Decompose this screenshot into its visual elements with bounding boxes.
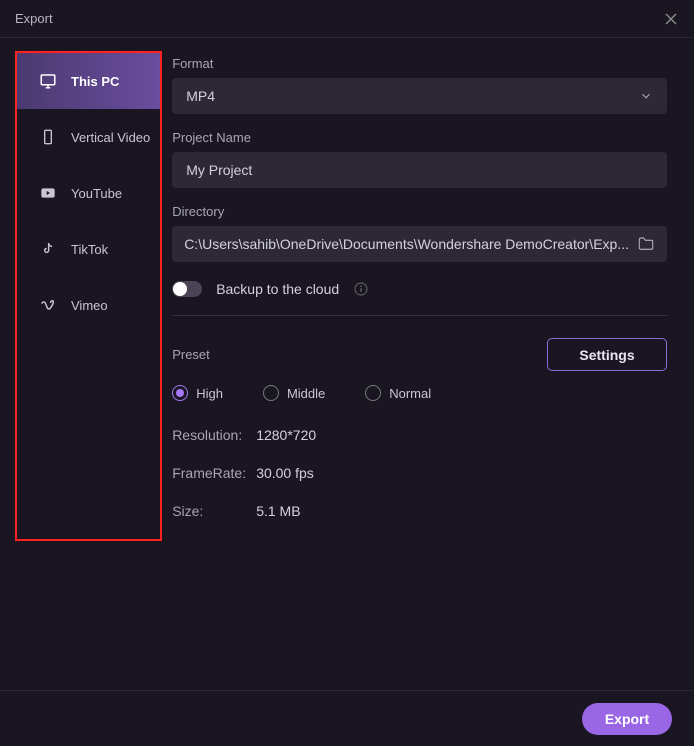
spec-key: FrameRate: <box>172 465 256 481</box>
sidebar-item-youtube[interactable]: YouTube <box>17 165 160 221</box>
sidebar-item-label: TikTok <box>71 242 108 257</box>
backup-row: Backup to the cloud <box>172 281 667 297</box>
format-value: MP4 <box>186 88 215 104</box>
radio-circle-icon <box>172 385 188 401</box>
sidebar-item-label: Vertical Video <box>71 130 150 145</box>
format-select[interactable]: MP4 <box>172 78 667 114</box>
export-button[interactable]: Export <box>582 703 672 735</box>
spec-key: Size: <box>172 503 256 519</box>
preset-radio-group: High Middle Normal <box>172 385 667 401</box>
folder-icon[interactable] <box>637 235 655 253</box>
project-name-value: My Project <box>186 162 252 178</box>
backup-label: Backup to the cloud <box>216 281 339 297</box>
monitor-icon <box>39 72 57 90</box>
sidebar-item-label: YouTube <box>71 186 122 201</box>
sidebar-item-vertical-video[interactable]: Vertical Video <box>17 109 160 165</box>
directory-input-row: C:\Users\sahib\OneDrive\Documents\Wonder… <box>172 226 667 262</box>
export-destination-sidebar: This PC Vertical Video YouTube TikTok Vi <box>15 51 162 541</box>
info-icon[interactable] <box>353 281 369 297</box>
radio-circle-icon <box>365 385 381 401</box>
export-settings-panel: Format MP4 Project Name My Project Direc… <box>172 51 679 541</box>
section-divider <box>172 315 667 316</box>
preset-middle-radio[interactable]: Middle <box>263 385 325 401</box>
window-title: Export <box>15 11 53 26</box>
project-name-label: Project Name <box>172 130 667 145</box>
spec-resolution: Resolution: 1280*720 <box>172 427 667 443</box>
youtube-icon <box>39 184 57 202</box>
spec-value: 5.1 MB <box>256 503 300 519</box>
preset-label: Preset <box>172 347 210 362</box>
project-name-input[interactable]: My Project <box>172 152 667 188</box>
phone-icon <box>39 128 57 146</box>
radio-label: Normal <box>389 386 431 401</box>
sidebar-item-label: Vimeo <box>71 298 108 313</box>
spec-value: 30.00 fps <box>256 465 314 481</box>
preset-normal-radio[interactable]: Normal <box>365 385 431 401</box>
format-label: Format <box>172 56 667 71</box>
directory-input[interactable]: C:\Users\sahib\OneDrive\Documents\Wonder… <box>184 236 629 252</box>
spec-key: Resolution: <box>172 427 256 443</box>
close-icon[interactable] <box>663 11 679 27</box>
titlebar: Export <box>0 0 694 38</box>
radio-label: High <box>196 386 223 401</box>
radio-label: Middle <box>287 386 325 401</box>
directory-label: Directory <box>172 204 667 219</box>
tiktok-icon <box>39 240 57 258</box>
footer-bar: Export <box>0 690 694 746</box>
chevron-down-icon <box>639 89 653 103</box>
sidebar-item-label: This PC <box>71 74 119 89</box>
sidebar-item-tiktok[interactable]: TikTok <box>17 221 160 277</box>
spec-value: 1280*720 <box>256 427 316 443</box>
settings-button[interactable]: Settings <box>547 338 667 371</box>
preset-high-radio[interactable]: High <box>172 385 223 401</box>
sidebar-item-this-pc[interactable]: This PC <box>17 53 160 109</box>
vimeo-icon <box>39 296 57 314</box>
spec-framerate: FrameRate: 30.00 fps <box>172 465 667 481</box>
radio-circle-icon <box>263 385 279 401</box>
spec-size: Size: 5.1 MB <box>172 503 667 519</box>
sidebar-item-vimeo[interactable]: Vimeo <box>17 277 160 333</box>
backup-toggle[interactable] <box>172 281 202 297</box>
